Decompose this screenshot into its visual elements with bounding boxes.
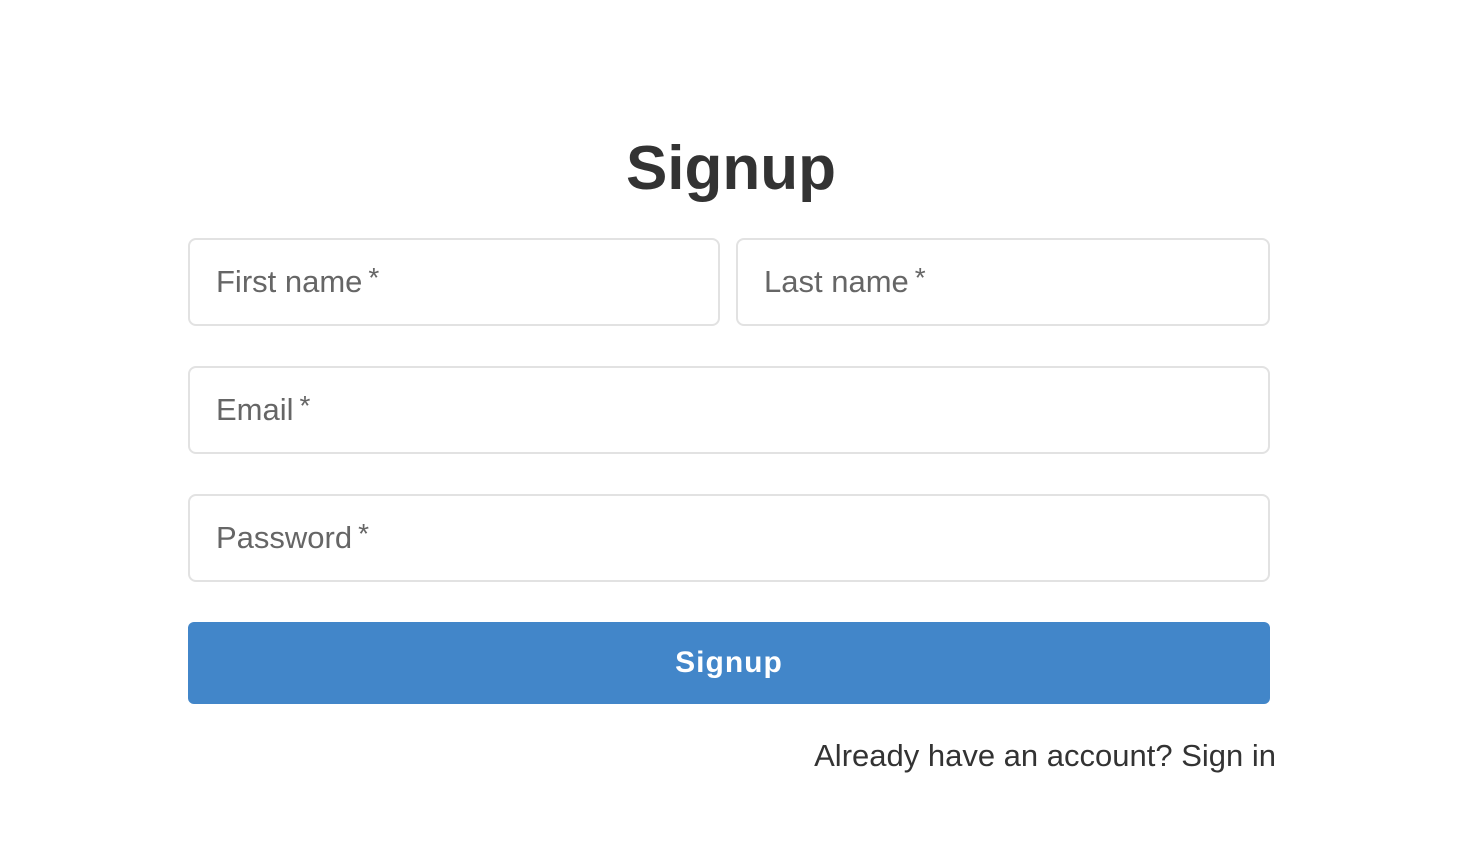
password-field[interactable]: Password * [188,494,1270,582]
last-name-label: Last name [764,264,909,299]
required-mark: * [914,262,926,293]
signup-button[interactable]: Signup [188,622,1270,704]
page-title: Signup [625,134,837,203]
first-name-field[interactable]: First name * [188,238,720,326]
required-mark: * [368,262,380,293]
last-name-field[interactable]: Last name * [736,238,1270,326]
first-name-label: First name [216,264,363,299]
signin-link[interactable]: Already have an account? Sign in [814,736,1276,776]
email-field[interactable]: Email * [188,366,1270,454]
signup-page: Signup First name * Last name * Email * Pas… [0,0,1462,866]
required-mark: * [299,390,311,421]
required-mark: * [358,518,370,549]
password-label: Password [216,520,353,555]
email-label: Email [216,392,294,427]
